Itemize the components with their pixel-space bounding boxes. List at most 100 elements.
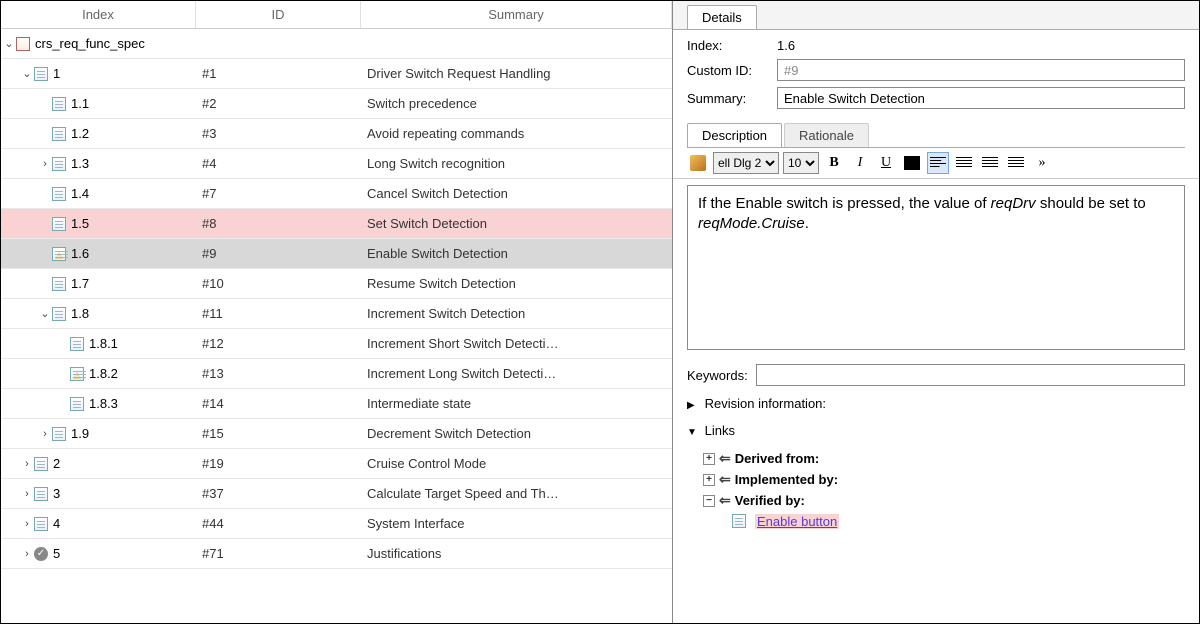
expand-toggle-icon[interactable]: ›	[21, 548, 33, 560]
tab-rationale[interactable]: Rationale	[784, 123, 869, 147]
row-id: #8	[196, 216, 361, 231]
arrow-left-icon: ⇐	[719, 450, 731, 467]
tree-row[interactable]: ›1.9#15Decrement Switch Detection	[1, 419, 672, 449]
row-index-label: 1.4	[71, 186, 89, 201]
expand-toggle-icon[interactable]: ›	[39, 158, 51, 170]
row-summary: Justifications	[361, 546, 672, 561]
tree-row[interactable]: 1.8.2#13Increment Long Switch Detecti…	[1, 359, 672, 389]
row-index-label: 1	[53, 66, 60, 81]
expand-toggle-icon[interactable]: ›	[39, 428, 51, 440]
link-group-derived[interactable]: + ⇐ Derived from:	[703, 450, 1185, 467]
description-editor[interactable]: If the Enable switch is pressed, the val…	[687, 185, 1185, 350]
tree-row[interactable]: 1.4 #7Cancel Switch Detection	[1, 179, 672, 209]
plus-icon[interactable]: +	[703, 474, 715, 486]
row-id: #9	[196, 246, 361, 261]
tree-root-row[interactable]: ⌄ crs_req_func_spec	[1, 29, 672, 59]
tab-details[interactable]: Details	[687, 5, 757, 29]
expand-toggle-icon[interactable]: ⌄	[21, 67, 33, 80]
tree-row[interactable]: ⌄1.8#11Increment Switch Detection	[1, 299, 672, 329]
custom-id-input[interactable]	[777, 59, 1185, 81]
details-panel: Details Index: 1.6 Custom ID: Summary: D…	[673, 1, 1199, 623]
tree-row[interactable]: 1.1#2Switch precedence	[1, 89, 672, 119]
row-index-label: 1.3	[71, 156, 89, 171]
row-summary: Long Switch recognition	[361, 156, 672, 171]
tree-row[interactable]: 1.2#3Avoid repeating commands	[1, 119, 672, 149]
tree-row[interactable]: ›2#19Cruise Control Mode	[1, 449, 672, 479]
tree-row[interactable]: 1.6#9Enable Switch Detection	[1, 239, 672, 269]
value-index: 1.6	[777, 38, 1185, 53]
align-right-button[interactable]	[979, 152, 1001, 174]
row-summary: Cruise Control Mode	[361, 456, 672, 471]
document-icon	[69, 396, 85, 412]
tree-row[interactable]: ⌄1#1Driver Switch Request Handling	[1, 59, 672, 89]
row-summary: Switch precedence	[361, 96, 672, 111]
document-icon	[51, 96, 67, 112]
font-size-select[interactable]: 10	[783, 152, 819, 174]
label-keywords: Keywords:	[687, 368, 748, 383]
document-icon	[51, 156, 67, 172]
col-header-id[interactable]: ID	[196, 1, 361, 28]
row-index-label: 1.8.3	[89, 396, 118, 411]
row-summary: Calculate Target Speed and Th…	[361, 486, 672, 501]
underline-button[interactable]: U	[875, 152, 897, 174]
row-summary: Cancel Switch Detection	[361, 186, 672, 201]
bold-button[interactable]: B	[823, 152, 845, 174]
label-custom-id: Custom ID:	[687, 63, 777, 78]
format-painter-button[interactable]	[687, 152, 709, 174]
tree-row[interactable]: ›✓5#71Justifications	[1, 539, 672, 569]
row-summary: Increment Switch Detection	[361, 306, 672, 321]
plus-icon[interactable]: +	[703, 453, 715, 465]
row-index-label: 1.1	[71, 96, 89, 111]
document-icon	[51, 216, 67, 232]
summary-input[interactable]	[777, 87, 1185, 109]
expand-toggle-icon[interactable]: ›	[21, 518, 33, 530]
font-color-button[interactable]	[901, 152, 923, 174]
align-center-button[interactable]	[953, 152, 975, 174]
tree-row[interactable]: 1.8.1#12Increment Short Switch Detecti…	[1, 329, 672, 359]
links-section-header[interactable]: ▼ Links	[673, 417, 1199, 444]
italic-button[interactable]: I	[849, 152, 871, 174]
tree-row[interactable]: 1.8.3#14Intermediate state	[1, 389, 672, 419]
requirements-tree-panel: Index ID Summary ⌄ crs_req_func_spec ⌄ 1 #…	[1, 1, 673, 623]
tree-row[interactable]: 1.7#10Resume Switch Detection	[1, 269, 672, 299]
col-header-summary[interactable]: Summary	[361, 1, 672, 28]
row-summary: Resume Switch Detection	[361, 276, 672, 291]
tree-row[interactable]: › 1.3 #4Long Switch recognition	[1, 149, 672, 179]
row-id: #44	[196, 516, 361, 531]
tree-body: ⌄ crs_req_func_spec ⌄1#1Driver Switch Re…	[1, 29, 672, 623]
tree-row[interactable]: ›3#37Calculate Target Speed and Th…	[1, 479, 672, 509]
revision-title: Revision information:	[705, 396, 826, 411]
verified-link[interactable]: Enable button	[755, 514, 839, 529]
check-circle-icon: ✓	[33, 546, 49, 562]
links-block: + ⇐ Derived from: + ⇐ Implemented by: − …	[673, 444, 1199, 539]
font-family-select[interactable]: ell Dlg 2	[713, 152, 779, 174]
row-id: #7	[196, 186, 361, 201]
row-summary: Driver Switch Request Handling	[361, 66, 672, 81]
row-index-label: 1.8.1	[89, 336, 118, 351]
align-left-button[interactable]	[927, 152, 949, 174]
chevron-right-icon: ▶	[687, 400, 697, 411]
align-justify-button[interactable]	[1005, 152, 1027, 174]
col-header-index[interactable]: Index	[1, 1, 196, 28]
root-label: crs_req_func_spec	[35, 36, 145, 51]
expand-toggle-icon[interactable]: ›	[21, 458, 33, 470]
toolbar-overflow-button[interactable]: »	[1031, 152, 1053, 174]
expand-toggle-icon[interactable]: ›	[21, 488, 33, 500]
expand-toggle-icon[interactable]: ⌄	[39, 307, 51, 320]
row-id: #4	[196, 156, 361, 171]
tab-description[interactable]: Description	[687, 123, 782, 147]
tree-row[interactable]: ›4#44System Interface	[1, 509, 672, 539]
revision-section[interactable]: ▶ Revision information:	[673, 390, 1199, 417]
row-summary: Increment Long Switch Detecti…	[361, 366, 672, 381]
row-index-label: 1.8.2	[89, 366, 118, 381]
expand-toggle-icon[interactable]: ⌄	[3, 37, 15, 50]
keywords-input[interactable]	[756, 364, 1185, 386]
tree-row[interactable]: 1.5#8Set Switch Detection	[1, 209, 672, 239]
link-group-verified[interactable]: − ⇐ Verified by:	[703, 492, 1185, 509]
row-index-label: 1.6	[71, 246, 89, 261]
document-icon	[33, 486, 49, 502]
document-icon	[33, 456, 49, 472]
link-group-implemented[interactable]: + ⇐ Implemented by:	[703, 471, 1185, 488]
minus-icon[interactable]: −	[703, 495, 715, 507]
chevron-down-icon: ▼	[687, 427, 697, 438]
